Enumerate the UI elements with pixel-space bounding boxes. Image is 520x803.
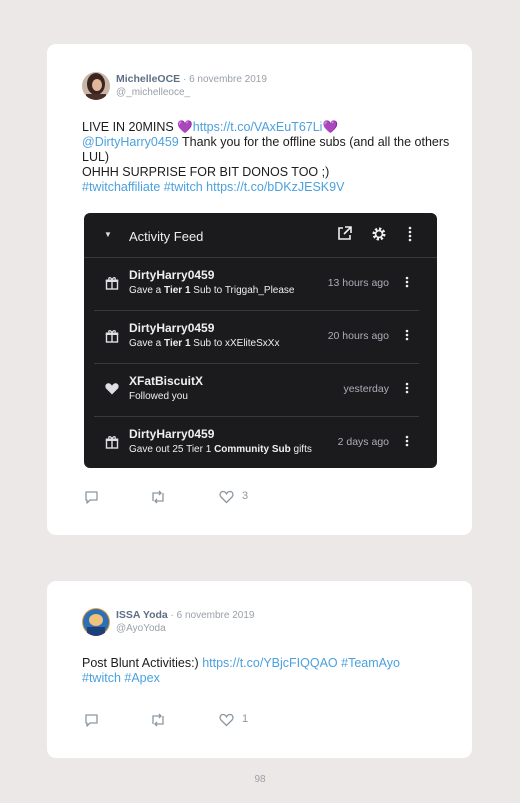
mention-link[interactable]: @DirtyHarry0459 (82, 135, 179, 149)
author-handle[interactable]: @AyoYoda (116, 623, 166, 634)
activity-username: XFatBiscuitX (129, 374, 204, 388)
reply-icon[interactable] (84, 713, 99, 733)
purple-heart-emoji: 💜 (322, 120, 339, 134)
activity-row[interactable]: DirtyHarry0459 Gave a Tier 1 Sub to xXEl… (94, 311, 419, 364)
hashtag-link[interactable]: #TeamAyo (341, 656, 400, 670)
reply-icon[interactable] (84, 490, 99, 510)
hashtag-link[interactable]: #twitchaffiliate (82, 180, 160, 194)
hashtag-link[interactable]: #Apex (124, 671, 159, 685)
like-icon[interactable] (219, 490, 234, 509)
activity-feed-title: Activity Feed (129, 229, 204, 244)
tweet-text-part: Post Blunt Activities:) (82, 656, 203, 670)
page-number: 98 (254, 774, 266, 785)
gift-icon (105, 329, 119, 348)
retweet-icon[interactable] (150, 713, 166, 732)
activity-time: 2 days ago (337, 436, 389, 448)
activity-description: Followed you (129, 391, 188, 402)
more-vertical-icon[interactable] (405, 275, 409, 293)
gift-icon (105, 276, 119, 295)
activity-row[interactable]: DirtyHarry0459 Gave a Tier 1 Sub to Trig… (94, 258, 419, 311)
avatar[interactable] (82, 608, 110, 636)
heart-icon (105, 382, 119, 400)
gift-icon (105, 435, 119, 454)
author-name[interactable]: MichelleOCE · 6 novembre 2019 (116, 73, 267, 85)
tweet-media-image[interactable]: ▼ Activity Feed DirtyHarry0459 Gave a Ti… (84, 213, 437, 468)
activity-username: DirtyHarry0459 (129, 268, 215, 282)
activity-username: DirtyHarry0459 (129, 427, 215, 441)
popout-icon[interactable] (337, 226, 352, 246)
activity-row[interactable]: DirtyHarry0459 Gave out 25 Tier 1 Commun… (94, 417, 419, 468)
activity-feed-header: ▼ Activity Feed (84, 213, 437, 258)
tweet-link[interactable]: https://t.co/YBjcFIQQAO (202, 656, 337, 670)
author-handle[interactable]: @_michelleoce_ (116, 87, 190, 98)
activity-time: 20 hours ago (327, 330, 389, 342)
tweet-text: LIVE IN 20MINS 💜https://t.co/VAxEuT67Li💜… (82, 120, 452, 195)
tweet-link[interactable]: https://t.co/bDKzJESK9V (206, 180, 344, 194)
avatar[interactable] (82, 72, 110, 100)
activity-description: Gave a Tier 1 Sub to xXEliteSxXx (129, 338, 280, 349)
tweet-text-part: OHHH SURPRISE FOR BIT DONOS TOO ;) (82, 165, 330, 179)
tweet-text-part: LIVE IN 20MINS (82, 120, 178, 134)
activity-time: 13 hours ago (327, 277, 389, 289)
like-count: 1 (242, 713, 249, 725)
tweet-link[interactable]: https://t.co/VAxEuT67Li (193, 120, 323, 134)
activity-username: DirtyHarry0459 (129, 321, 215, 335)
hashtag-link[interactable]: #twitch (164, 180, 203, 194)
more-vertical-icon[interactable] (407, 226, 413, 247)
more-vertical-icon[interactable] (405, 434, 409, 452)
purple-heart-emoji: 💜 (177, 120, 193, 134)
tweet-date: · 6 novembre 2019 (167, 610, 255, 621)
chevron-down-icon[interactable]: ▼ (104, 230, 112, 239)
retweet-icon[interactable] (150, 490, 166, 509)
tweet-text: Post Blunt Activities:) https://t.co/YBj… (82, 656, 452, 686)
tweet-card: ISSA Yoda · 6 novembre 2019 @AyoYoda Pos… (47, 581, 472, 758)
like-icon[interactable] (219, 713, 234, 732)
like-count: 3 (242, 490, 249, 502)
activity-row[interactable]: XFatBiscuitX Followed you yesterday (94, 364, 419, 417)
more-vertical-icon[interactable] (405, 381, 409, 399)
tweet-card: MichelleOCE · 6 novembre 2019 @_michelle… (47, 44, 472, 535)
activity-description: Gave out 25 Tier 1 Community Sub gifts (129, 444, 312, 455)
more-vertical-icon[interactable] (405, 328, 409, 346)
activity-time: yesterday (343, 383, 389, 395)
gear-icon[interactable] (371, 226, 387, 247)
hashtag-link[interactable]: #twitch (82, 671, 121, 685)
tweet-date: · 6 novembre 2019 (180, 74, 267, 85)
author-name[interactable]: ISSA Yoda · 6 novembre 2019 (116, 609, 254, 621)
activity-description: Gave a Tier 1 Sub to Triggah_Please (129, 285, 295, 296)
